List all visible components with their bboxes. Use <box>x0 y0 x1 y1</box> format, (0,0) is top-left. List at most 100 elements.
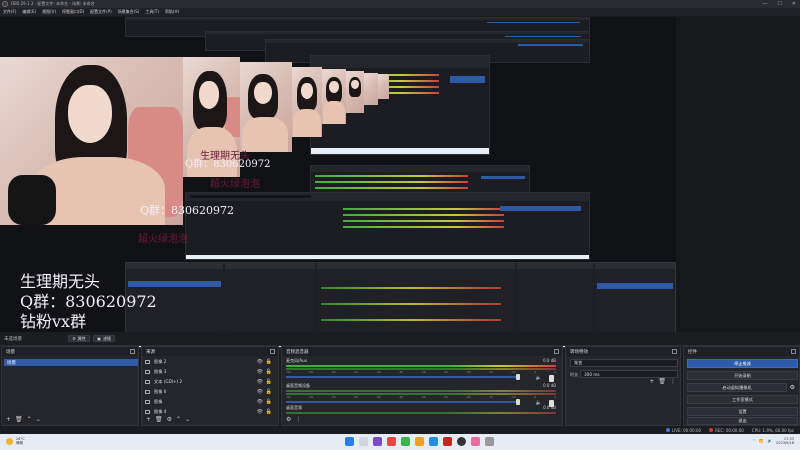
start-icon[interactable] <box>345 437 354 446</box>
properties-button[interactable]: ⚙ 属性 <box>68 335 90 342</box>
gear-icon[interactable]: ⚙ <box>790 384 795 391</box>
current-scene-label: 未选场景 <box>4 337 22 342</box>
eye-icon[interactable]: 👁 <box>257 379 263 385</box>
stop-streaming-button[interactable]: 停止推流 <box>687 359 798 368</box>
menu-scene-collection[interactable]: 场景集合(S) <box>118 9 140 15</box>
arrow-up-icon[interactable]: ⌃ <box>27 417 32 423</box>
menu-tools[interactable]: 工具(T) <box>145 9 159 15</box>
app-icon[interactable] <box>485 437 494 446</box>
more-icon[interactable]: ⋮ <box>670 379 676 385</box>
obs-app-icon[interactable] <box>457 437 466 446</box>
minimize-icon[interactable]: — <box>762 1 767 7</box>
volume-slider[interactable] <box>286 399 521 405</box>
cpu-status: CPU: 1.9%, 60.00 fps <box>751 427 794 433</box>
studio-mode-button[interactable]: 工作室模式 <box>687 395 798 404</box>
clock[interactable]: 17:33 2023/9/16 <box>776 437 794 445</box>
live-status: LIVE: 00:00:00 <box>665 427 701 433</box>
trash-icon[interactable]: 🗑 <box>15 417 23 423</box>
app-icon[interactable] <box>429 437 438 446</box>
lock-icon[interactable]: 🔓 <box>266 389 272 395</box>
lock-icon[interactable]: 🔓 <box>266 359 272 365</box>
menu-edit[interactable]: 编辑(E) <box>22 9 36 15</box>
channel-menu-icon[interactable] <box>549 375 554 382</box>
popout-icon[interactable] <box>554 349 559 354</box>
arrow-down-icon[interactable]: ⌄ <box>185 417 190 423</box>
chevron-up-icon[interactable]: ⌃ <box>752 439 755 443</box>
app-icon[interactable] <box>387 437 396 446</box>
menu-docks[interactable]: 停靠窗口(D) <box>62 9 84 15</box>
eye-icon[interactable]: 👁 <box>257 369 263 375</box>
maximize-icon[interactable]: ☐ <box>777 1 781 7</box>
rec-status: REC: 00:00:00 <box>709 427 744 433</box>
speaker-icon[interactable]: 🔈 <box>536 375 542 381</box>
settings-button[interactable]: 设置 <box>687 407 798 416</box>
wifi-icon[interactable]: 📶 <box>759 439 763 443</box>
transition-select[interactable]: 渐变 <box>570 359 678 367</box>
eye-icon[interactable]: 👁 <box>257 399 263 405</box>
filters-button[interactable]: ▣ 滤镜 <box>93 335 115 342</box>
mixer-channel-desktop: 桌面音频 0.0 dB <box>286 405 556 414</box>
menu-view[interactable]: 视图(V) <box>42 9 56 15</box>
windows-taskbar: 26°C 晴朗 ⌃ 📶 🔊 17:33 2023/9/16 <box>0 434 800 450</box>
webcam-thumbnail <box>364 73 378 105</box>
sources-dock-header: 来源 <box>142 347 278 356</box>
arrow-up-icon[interactable]: ⌃ <box>176 417 181 423</box>
more-icon[interactable]: ⋮ <box>295 417 301 423</box>
app-icon[interactable] <box>471 437 480 446</box>
slider-handle[interactable] <box>516 374 521 380</box>
app-icon[interactable] <box>443 437 452 446</box>
source-item[interactable]: 文本 (GDI+) 2 👁 🔓 <box>145 378 273 386</box>
add-icon[interactable]: + <box>6 417 11 423</box>
gear-icon[interactable]: ⚙ <box>286 417 291 423</box>
image-icon <box>145 390 150 394</box>
exit-button[interactable]: 退出 <box>687 417 798 425</box>
lock-icon[interactable]: 🔓 <box>266 369 272 375</box>
volume-slider[interactable] <box>286 374 521 380</box>
source-item[interactable]: 图像 2 👁 🔓 <box>145 358 273 366</box>
search-icon[interactable] <box>359 437 368 446</box>
title-bar: OBS 29.1.3 - 配置文件: 未命名 - 场景: 未命名 — ☐ ✕ <box>0 0 800 8</box>
popout-icon[interactable] <box>672 349 677 354</box>
mixer-channel-desktop-device: 桌面音频设备 0.0 dB -60 -55 -50 -45 -40 -35 -30 -25 -2… <box>286 383 556 407</box>
weather-widget[interactable]: 26°C 晴朗 <box>6 437 25 445</box>
volume-icon[interactable]: 🔊 <box>768 439 772 443</box>
trash-icon[interactable]: 🗑 <box>658 379 666 385</box>
overlay-echo: 超火绿泡泡 <box>138 234 188 245</box>
overlay-echo: Q群：830620972 <box>140 204 235 217</box>
popout-icon[interactable] <box>791 349 796 354</box>
popout-icon[interactable] <box>270 349 275 354</box>
add-icon[interactable]: + <box>649 379 654 385</box>
gear-icon[interactable]: ⚙ <box>167 417 172 423</box>
sun-icon <box>6 437 13 445</box>
webcam-thumbnail <box>240 62 292 152</box>
source-item[interactable]: 图像 6 👁 🔓 <box>145 388 273 396</box>
menu-profile[interactable]: 配置文件(P) <box>90 9 112 15</box>
app-icon[interactable] <box>415 437 424 446</box>
scene-item[interactable]: 场景 <box>4 359 138 366</box>
popout-icon[interactable] <box>130 349 135 354</box>
scenes-dock: 场景 场景 + 🗑 ⌃ ⌄ <box>1 346 139 426</box>
lock-icon[interactable]: 🔓 <box>266 379 272 385</box>
lock-icon[interactable]: 🔓 <box>266 399 272 405</box>
source-item[interactable]: 图像 👁 🔓 <box>145 398 273 406</box>
eye-icon[interactable]: 👁 <box>257 359 263 365</box>
eye-icon[interactable]: 👁 <box>257 389 263 395</box>
start-recording-button[interactable]: 开始录制 <box>687 371 798 380</box>
webcam-thumbnail <box>292 67 322 137</box>
system-tray: ⌃ 📶 🔊 17:33 2023/9/16 <box>752 437 794 445</box>
app-icon[interactable] <box>373 437 382 446</box>
arrow-down-icon[interactable]: ⌄ <box>36 417 41 423</box>
add-icon[interactable]: + <box>146 417 151 423</box>
audio-mixer-header: 音频混音器 <box>282 347 562 356</box>
preview-margin <box>676 17 800 332</box>
close-icon[interactable]: ✕ <box>792 1 796 7</box>
menu-bar: 文件(F) 编辑(E) 视图(V) 停靠窗口(D) 配置文件(P) 场景集合(S… <box>0 8 800 16</box>
app-icon[interactable] <box>401 437 410 446</box>
source-item[interactable]: 图像 3 👁 🔓 <box>145 368 273 376</box>
start-virtual-camera-button[interactable]: 启动虚拟摄像机 <box>687 383 787 392</box>
preview-canvas[interactable]: 生理期无头 Q群：830620972 超火绿泡泡 Q群：830620972 超火… <box>0 17 676 351</box>
menu-help[interactable]: 帮助(H) <box>165 9 179 15</box>
menu-file[interactable]: 文件(F) <box>3 9 16 15</box>
scene-toolbar: 未选场景 ⚙ 属性 ▣ 滤镜 <box>0 332 800 346</box>
trash-icon[interactable]: 🗑 <box>155 417 163 423</box>
